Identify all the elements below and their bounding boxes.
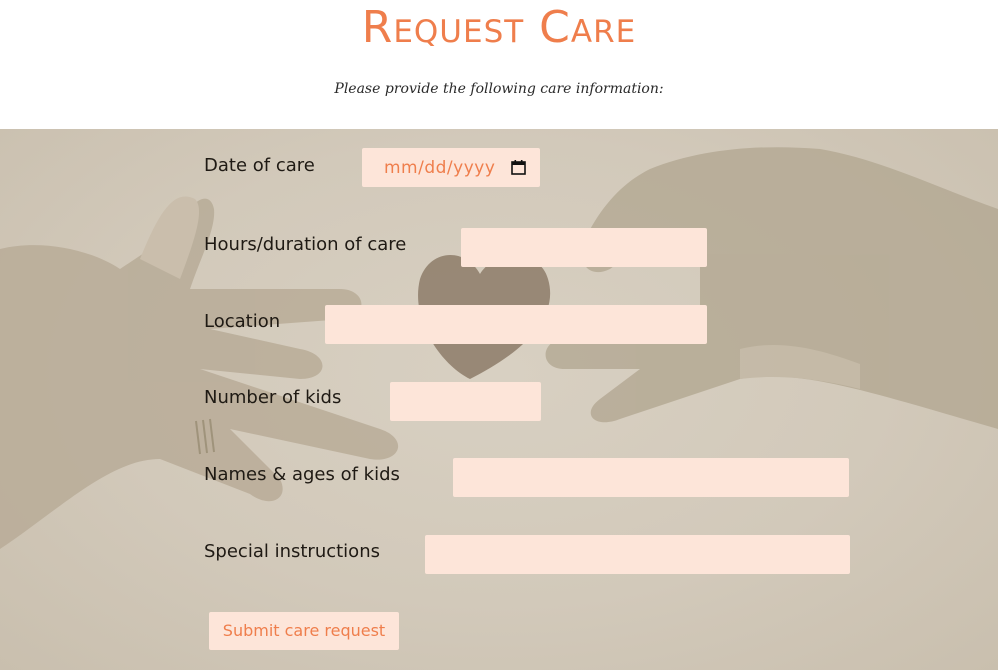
names-ages-kids-input[interactable]	[453, 458, 849, 497]
names-ages-kids-label: Names & ages of kids	[204, 464, 400, 485]
request-care-form: Date of care mm/dd/yyyy Hours/duration o…	[0, 129, 998, 670]
date-of-care-input[interactable]: mm/dd/yyyy	[362, 148, 540, 187]
number-of-kids-label: Number of kids	[204, 387, 342, 408]
special-instructions-label: Special instructions	[204, 541, 380, 562]
hours-duration-input[interactable]	[461, 228, 707, 267]
page-subtitle: Please provide the following care inform…	[334, 81, 664, 97]
location-input[interactable]	[325, 305, 707, 344]
location-label: Location	[204, 311, 281, 332]
date-of-care-label: Date of care	[204, 155, 315, 176]
submit-care-request-button[interactable]: Submit care request	[209, 612, 399, 650]
calendar-icon[interactable]	[511, 160, 526, 175]
date-placeholder: mm/dd/yyyy	[384, 157, 496, 178]
page-title: Request Care	[361, 2, 637, 53]
special-instructions-input[interactable]	[425, 535, 850, 574]
hours-duration-label: Hours/duration of care	[204, 234, 407, 255]
number-of-kids-input[interactable]	[390, 382, 541, 421]
